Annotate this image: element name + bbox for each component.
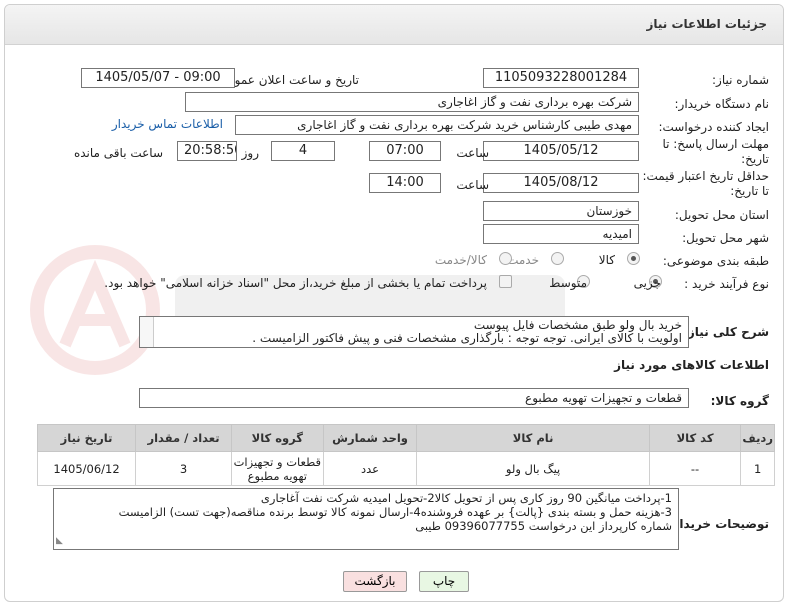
requester-field: مهدی طیبی کارشناس خرید شرکت بهره برداری … bbox=[235, 115, 639, 135]
col-goods-name: نام کالا bbox=[416, 424, 650, 452]
goods-table-header: ردیف کد کالا نام کالا واحد شمارش گروه کا… bbox=[36, 424, 775, 452]
remaining-time-field: 20:58:50 bbox=[177, 141, 237, 161]
treasury-payment-checkbox[interactable] bbox=[499, 275, 512, 288]
buyer-notes-label: توضیحات خریدار: bbox=[667, 517, 769, 531]
goods-section-title: اطلاعات کالاهای مورد نیاز bbox=[614, 358, 769, 372]
remaining-days-field: 4 bbox=[271, 141, 335, 161]
category-label: طبقه بندی موضوعی: bbox=[662, 254, 769, 268]
col-quantity: تعداد / مقدار bbox=[135, 424, 232, 452]
buyer-notes-line-1: 1-پرداخت میانگین 90 روز کاری پس از تحویل… bbox=[260, 491, 672, 505]
table-row: 1 -- پیگ بال ولو عدد قطعات و تجهیزات تهو… bbox=[36, 451, 775, 486]
summary-label: شرح کلی نیاز: bbox=[683, 325, 769, 339]
buyer-org-label: نام دستگاه خریدار: bbox=[674, 97, 770, 111]
summary-scrollbar[interactable] bbox=[140, 317, 154, 347]
reply-deadline-label-2: تاریخ: bbox=[741, 152, 769, 166]
cell-goods-code: -- bbox=[648, 451, 742, 486]
category-goods-service-radio[interactable] bbox=[499, 252, 512, 265]
buyer-notes-line-2: 3-هزینه حمل و بسته بندی {پالت} بر عهده ف… bbox=[118, 505, 672, 519]
category-service-radio[interactable] bbox=[551, 252, 564, 265]
col-goods-code: کد کالا bbox=[648, 424, 742, 452]
buyer-contact-link[interactable]: اطلاعات تماس خریدار bbox=[112, 117, 223, 131]
reply-deadline-date-field: 1405/05/12 bbox=[483, 141, 639, 161]
back-button[interactable]: بازگشت bbox=[343, 571, 407, 592]
price-validity-date-field: 1405/08/12 bbox=[483, 173, 639, 193]
reply-time-label: ساعت bbox=[456, 146, 489, 160]
reply-deadline-label: مهلت ارسال پاسخ: تا bbox=[662, 137, 769, 151]
city-field: امیدیه bbox=[483, 224, 639, 244]
category-goods-service-label: کالا/خدمت bbox=[434, 253, 487, 267]
category-service-label: خدمت bbox=[507, 253, 539, 267]
province-label: استان محل تحویل: bbox=[674, 208, 769, 222]
price-time-label: ساعت bbox=[456, 178, 489, 192]
province-field: خوزستان bbox=[483, 201, 639, 221]
col-need-date: تاریخ نیاز bbox=[36, 424, 137, 452]
buyer-notes-line-3: شماره کارپرداز این درخواست 09396077755 ط… bbox=[415, 519, 672, 533]
process-type-label: نوع فرآیند خرید : bbox=[684, 277, 769, 291]
requester-label: ایجاد کننده درخواست: bbox=[658, 120, 769, 134]
summary-line-2: اولویت با کالای ایرانی. توجه توجه : بارگ… bbox=[252, 331, 682, 345]
summary-textarea[interactable]: خرید بال ولو طبق مشخصات فایل پیوست اولوی… bbox=[139, 316, 689, 348]
cell-row-number: 1 bbox=[740, 451, 775, 486]
price-validity-label-2: تا تاریخ: bbox=[730, 184, 769, 198]
category-goods-radio[interactable] bbox=[627, 252, 640, 265]
page-title: جزئیات اطلاعات نیاز bbox=[646, 17, 767, 31]
treasury-payment-note: پرداخت تمام یا بخشی از مبلغ خرید،از محل … bbox=[104, 276, 487, 290]
resize-handle-icon[interactable]: ◣ bbox=[56, 534, 63, 548]
cell-need-date: 1405/06/12 bbox=[36, 451, 137, 486]
need-details-panel: جزئیات اطلاعات نیاز شماره نیاز: 11050932… bbox=[4, 4, 784, 602]
reply-deadline-time-field: 07:00 bbox=[369, 141, 441, 161]
cell-quantity: 3 bbox=[135, 451, 232, 486]
print-button[interactable]: چاپ bbox=[419, 571, 469, 592]
process-minor-label: جزیی bbox=[633, 276, 661, 290]
remaining-time-label: ساعت باقی مانده bbox=[73, 146, 163, 160]
announce-datetime-field: 1405/05/07 - 09:00 bbox=[81, 68, 235, 88]
category-goods-label: کالا bbox=[598, 253, 615, 267]
need-number-label: شماره نیاز: bbox=[712, 73, 769, 87]
buyer-org-field: شرکت بهره برداری نفت و گاز اغاجاری bbox=[185, 92, 639, 112]
cell-goods-name: پیگ بال ولو bbox=[416, 451, 650, 486]
col-row-number: ردیف bbox=[740, 424, 775, 452]
cell-goods-group: قطعات و تجهیزات تهویه مطبوع bbox=[231, 451, 324, 486]
col-unit: واحد شمارش bbox=[322, 424, 418, 452]
goods-group-label: گروه کالا: bbox=[710, 394, 769, 408]
price-validity-time-field: 14:00 bbox=[369, 173, 441, 193]
goods-group-field: قطعات و تجهیزات تهویه مطبوع bbox=[139, 388, 689, 408]
buyer-notes-textarea[interactable]: 1-پرداخت میانگین 90 روز کاری پس از تحویل… bbox=[53, 488, 679, 550]
cell-unit: عدد bbox=[322, 451, 418, 486]
process-medium-label: متوسط bbox=[549, 276, 587, 290]
city-label: شهر محل تحویل: bbox=[682, 231, 769, 245]
need-number-field: 1105093228001284 bbox=[483, 68, 639, 88]
price-validity-label: حداقل تاریخ اعتبار قیمت: bbox=[642, 169, 769, 183]
announce-datetime-label: تاریخ و ساعت اعلان عمومی: bbox=[214, 73, 359, 87]
panel-header: جزئیات اطلاعات نیاز bbox=[5, 5, 783, 45]
col-goods-group: گروه کالا bbox=[231, 424, 324, 452]
goods-table: ردیف کد کالا نام کالا واحد شمارش گروه کا… bbox=[36, 424, 775, 486]
